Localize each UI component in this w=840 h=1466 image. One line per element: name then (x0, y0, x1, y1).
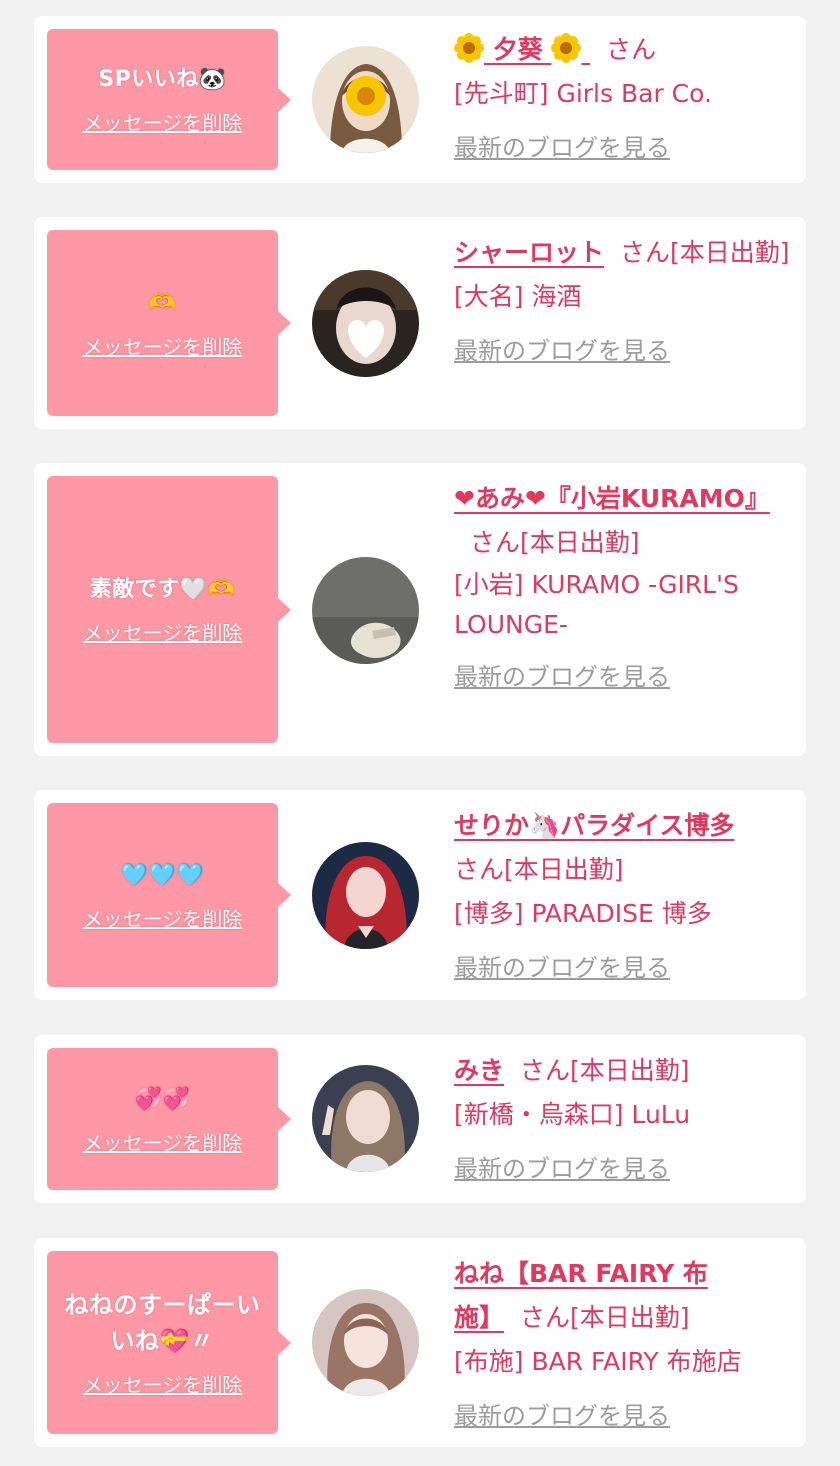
message-text: 🩵🩵🩵 (120, 862, 205, 888)
cast-name: 夕葵 (484, 35, 552, 64)
honorific: さん (620, 238, 671, 267)
delete-message-link[interactable]: メッセージを削除 (83, 331, 243, 360)
cast-info: 夕葵 さん [先斗町] Girls Bar Co. 最新のブログを見る (454, 28, 790, 170)
list-item: 💞💞 メッセージを削除 みき さん[本日出勤] [新橋・烏森口] LuLu 最新の… (34, 1035, 806, 1203)
message-text: SPいいね🐼 (98, 67, 227, 92)
message-bubble: SPいいね🐼 メッセージを削除 (47, 29, 291, 170)
sunflower-icon (551, 33, 582, 63)
cast-info: ねね【BAR FAIRY 布施】 さん[本日出勤] [布施] BAR FAIRY … (454, 1252, 742, 1438)
message-bubble: 素敵です🤍🫶 メッセージを削除 (47, 476, 291, 743)
shop-name: [先斗町] Girls Bar Co. (454, 79, 712, 108)
cast-name-link[interactable]: ❤あみ❤『小岩KURAMO』 (454, 484, 770, 513)
status-text: [本日出勤] (520, 528, 640, 557)
status-text: [本日出勤] (504, 855, 624, 884)
cast-name-link[interactable]: みき (454, 1056, 504, 1085)
avatar[interactable] (312, 842, 419, 949)
latest-blog-link[interactable]: 最新のブログを見る (454, 655, 788, 699)
shop-name: [大名] 海酒 (454, 282, 582, 311)
avatar[interactable] (312, 270, 419, 377)
cast-name-link[interactable]: シャーロット (454, 238, 604, 267)
cast-info: みき さん[本日出勤] [新橋・烏森口] LuLu 最新のブログを見る (454, 1049, 790, 1191)
sunflower-icon (454, 33, 484, 63)
honorific: さん (520, 1303, 571, 1332)
delete-message-link[interactable]: メッセージを削除 (83, 1127, 243, 1156)
list-item: ねねのすーぱーいいね💝〃 メッセージを削除 ねね【BAR FAIRY 布施】 さん… (34, 1238, 806, 1447)
avatar[interactable] (312, 1289, 419, 1396)
message-text: 🫶 (148, 290, 177, 316)
avatar[interactable] (312, 46, 419, 153)
latest-blog-link[interactable]: 最新のブログを見る (454, 1147, 790, 1191)
list-item: SPいいね🐼 メッセージを削除 夕葵 さん [先斗町] Girls Bar Co… (34, 16, 806, 183)
cast-info: シャーロット さん[本日出勤] [大名] 海酒 最新のブログを見る (454, 231, 790, 373)
status-text: [本日出勤] (670, 238, 790, 267)
message-bubble: 🫶 メッセージを削除 (47, 230, 291, 416)
list-item: 🫶 メッセージを削除 シャーロット さん[本日出勤] [大名] 海酒 最新のブログ… (34, 217, 806, 429)
latest-blog-link[interactable]: 最新のブログを見る (454, 1394, 726, 1438)
list-item: 素敵です🤍🫶 メッセージを削除 ❤あみ❤『小岩KURAMO』さん[本日出勤] [… (34, 463, 806, 756)
shop-name: [博多] PARADISE 博多 (454, 899, 712, 928)
avatar[interactable] (312, 557, 419, 664)
shop-name: [小岩] KURAMO -GIRL'S LOUNGE- (454, 570, 739, 639)
status-text: [本日出勤] (570, 1056, 690, 1085)
list-item: 🩵🩵🩵 メッセージを削除 せりか🦄パラダイス博多 さん[本日出勤] [博多] PA… (34, 790, 806, 1000)
avatar[interactable] (312, 1065, 419, 1172)
honorific: さん (454, 855, 505, 884)
latest-blog-link[interactable]: 最新のブログを見る (454, 946, 790, 990)
latest-blog-link[interactable]: 最新のブログを見る (454, 126, 790, 170)
message-bubble: 🩵🩵🩵 メッセージを削除 (47, 803, 291, 987)
message-text: 素敵です🤍🫶 (89, 577, 236, 602)
cast-name-link[interactable]: 夕葵 (454, 33, 590, 64)
delete-message-link[interactable]: メッセージを削除 (83, 107, 243, 136)
delete-message-link[interactable]: メッセージを削除 (83, 1369, 243, 1398)
message-bubble: ねねのすーぱーいいね💝〃 メッセージを削除 (47, 1251, 291, 1434)
cast-info: ❤あみ❤『小岩KURAMO』さん[本日出勤] [小岩] KURAMO -GIRL… (454, 477, 788, 699)
message-bubble: 💞💞 メッセージを削除 (47, 1048, 291, 1190)
cast-info: せりか🦄パラダイス博多 さん[本日出勤] [博多] PARADISE 博多 最新の… (454, 804, 790, 990)
honorific: さん (520, 1056, 571, 1085)
shop-name: [布施] BAR FAIRY 布施店 (454, 1347, 742, 1376)
like-message-list: SPいいね🐼 メッセージを削除 夕葵 さん [先斗町] Girls Bar Co… (0, 0, 840, 1466)
status-text: [本日出勤] (570, 1303, 690, 1332)
cast-name-link[interactable]: せりか🦄パラダイス博多 (454, 811, 734, 840)
message-text: ねねのすーぱーいいね💝〃 (64, 1291, 261, 1355)
latest-blog-link[interactable]: 最新のブログを見る (454, 329, 790, 373)
honorific: さん (470, 528, 521, 557)
message-text: 💞💞 (134, 1086, 191, 1112)
delete-message-link[interactable]: メッセージを削除 (83, 903, 243, 932)
delete-message-link[interactable]: メッセージを削除 (83, 617, 243, 646)
honorific: さん (606, 35, 657, 64)
shop-name: [新橋・烏森口] LuLu (454, 1100, 691, 1129)
